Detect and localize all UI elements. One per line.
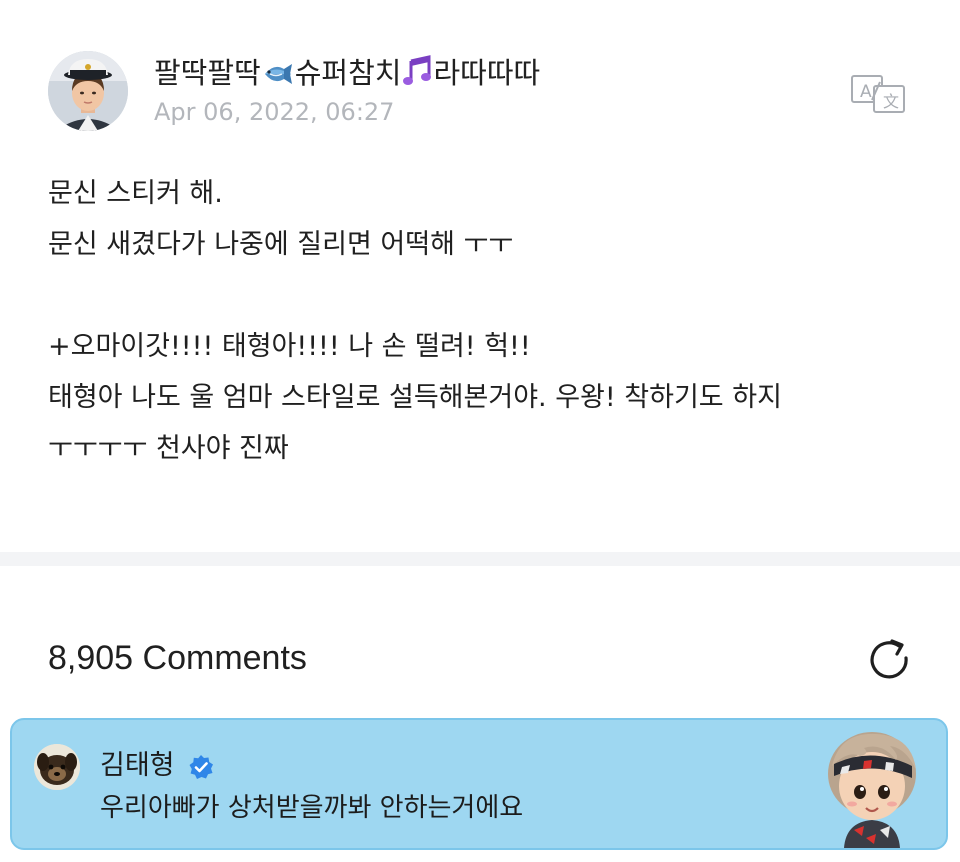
commenter-avatar[interactable] [34, 744, 80, 790]
author-name[interactable]: 팔딱팔딱 슈퍼참치 라따따따 [154, 53, 540, 97]
commenter-name[interactable]: 김태형 [100, 748, 175, 784]
post-body-blank-line [48, 270, 928, 321]
post-timestamp: Apr 06, 2022, 06:27 [154, 98, 395, 126]
author-name-part1: 팔딱팔딱 [154, 56, 261, 90]
translate-icon: A 文 [850, 75, 908, 118]
post-body-line: +오마이갓!!!! 태형아!!!! 나 손 떨려! 헉!! [48, 331, 531, 362]
comments-count: 8,905 Comments [48, 639, 307, 677]
verified-badge-icon [188, 754, 214, 780]
translate-button[interactable]: A 文 [850, 72, 908, 114]
comment-text: 우리아빠가 상처받을까봐 안하는거에요 [100, 793, 524, 823]
fish-icon [262, 57, 294, 97]
refresh-icon [866, 639, 914, 688]
author-name-part2: 슈퍼참치 [294, 56, 402, 90]
character-sticker [820, 726, 926, 848]
author-avatar[interactable] [48, 51, 128, 131]
refresh-button[interactable] [866, 636, 914, 684]
section-divider [0, 552, 960, 566]
author-name-part3: 라따따따 [433, 56, 541, 90]
post-header: 팔딱팔딱 슈퍼참치 라따따따 Apr 06, 2022, 06:27 A 文 [48, 50, 928, 134]
post-body-line: 문신 새겼다가 나중에 질리면 어떡해 ㅜㅜ [48, 229, 514, 260]
svg-text:文: 文 [883, 92, 899, 111]
post-body-line: 태형아 나도 울 엄마 스타일로 설득해본거야. 우왕! 착하기도 하지 [48, 382, 782, 413]
featured-comment[interactable]: 김태형 우리아빠가 상처받을까봐 안하는거에요 [10, 718, 948, 850]
post-body-line: 문신 스티커 해. [48, 178, 223, 209]
svg-text:A: A [860, 82, 872, 102]
musical-notes-icon [402, 55, 432, 97]
post-body-line: ㅜㅜㅜㅜ 천사야 진짜 [48, 433, 289, 464]
post-body: 문신 스티커 해. 문신 새겼다가 나중에 질리면 어떡해 ㅜㅜ +오마이갓!!… [48, 168, 928, 474]
